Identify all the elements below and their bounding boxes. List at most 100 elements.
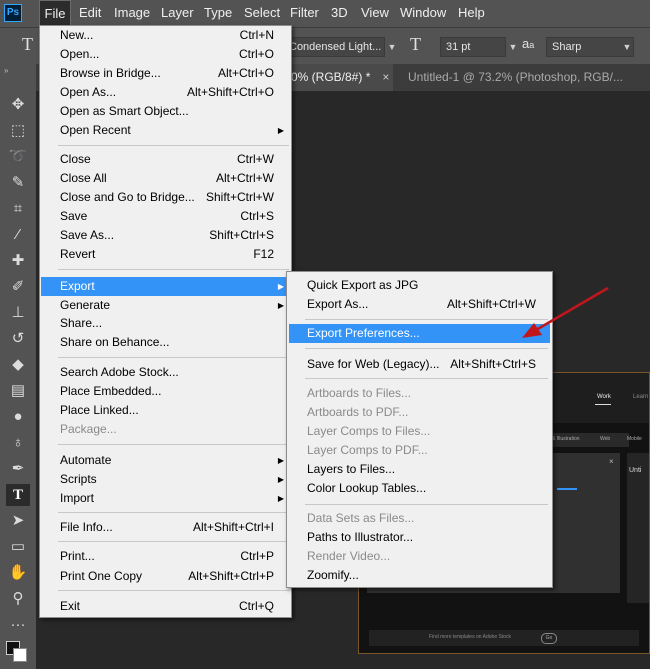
menu-item-export[interactable]: Export ▶ xyxy=(41,277,290,296)
embedded-footer-button: Go xyxy=(541,633,557,644)
menu-item-save[interactable]: Save Ctrl+S xyxy=(41,207,290,226)
menu-item-save-for-web[interactable]: Save for Web (Legacy)... Alt+Shift+Ctrl+S xyxy=(289,355,550,374)
anti-alias-icon: aa xyxy=(522,36,535,51)
menu-item-search-adobe-stock[interactable]: Search Adobe Stock... xyxy=(41,363,290,382)
menu-item-paths-to-illustrator[interactable]: Paths to Illustrator... xyxy=(289,528,550,547)
menu-layer[interactable]: Layer xyxy=(161,0,194,27)
font-size-icon: T xyxy=(410,34,421,54)
photoshop-logo: Ps xyxy=(4,4,22,22)
menu-separator xyxy=(58,357,289,358)
chevron-down-icon[interactable]: ▼ xyxy=(385,37,399,57)
menu-filter[interactable]: Filter xyxy=(290,0,319,27)
menu-item-open-recent[interactable]: Open Recent ▶ xyxy=(41,121,290,140)
clone-stamp-icon[interactable]: ⊥ xyxy=(6,302,30,324)
menu-item-save-as[interactable]: Save As... Shift+Ctrl+S xyxy=(41,226,290,245)
collapse-icon[interactable]: » xyxy=(4,66,8,75)
annotation-arrow xyxy=(522,286,609,338)
zoom-tool-icon[interactable]: ⚲ xyxy=(6,588,30,610)
menu-item-layer-comps-to-files[interactable]: Layer Comps to Files... xyxy=(289,422,550,441)
tab-untitled-1[interactable]: Untitled-1 @ 73.2% (Photoshop, RGB/... xyxy=(400,64,650,91)
menu-item-zoomify[interactable]: Zoomify... xyxy=(289,566,550,585)
menu-item-close[interactable]: Close Ctrl+W xyxy=(41,150,290,169)
brush-tool-icon[interactable]: ✐ xyxy=(6,276,30,298)
type-tool-preset-icon[interactable]: T xyxy=(22,34,33,55)
lasso-tool-icon[interactable]: ➰ xyxy=(6,146,30,168)
embedded-tab: Mobile xyxy=(627,436,642,442)
chevron-down-icon[interactable]: ▼ xyxy=(506,37,520,57)
menu-help[interactable]: Help xyxy=(458,0,485,27)
marquee-tool-icon[interactable]: ⬚ xyxy=(6,120,30,142)
more-tools-icon[interactable]: ··· xyxy=(6,614,30,636)
submenu-arrow-icon: ▶ xyxy=(277,456,284,465)
menu-separator xyxy=(58,512,289,513)
submenu-arrow-icon: ▶ xyxy=(277,475,284,484)
menu-item-share[interactable]: Share... xyxy=(41,314,290,333)
menu-item-import[interactable]: Import ▶ xyxy=(41,489,290,508)
menu-item-place-linked[interactable]: Place Linked... xyxy=(41,401,290,420)
menu-item-close-and-go-to-bridge[interactable]: Close and Go to Bridge... Shift+Ctrl+W xyxy=(41,188,290,207)
menu-select[interactable]: Select xyxy=(244,0,280,27)
move-tool-icon[interactable]: ✥ xyxy=(6,94,30,116)
menu-item-close-all[interactable]: Close All Alt+Ctrl+W xyxy=(41,169,290,188)
font-size-field[interactable]: 31 pt xyxy=(440,37,506,57)
menu-item-scripts[interactable]: Scripts ▶ xyxy=(41,470,290,489)
healing-brush-icon[interactable]: ✚ xyxy=(6,250,30,272)
menu-item-color-lookup-tables[interactable]: Color Lookup Tables... xyxy=(289,479,550,498)
menu-item-share-on-behance[interactable]: Share on Behance... xyxy=(41,333,290,352)
menu-item-artboards-to-files[interactable]: Artboards to Files... xyxy=(289,384,550,403)
menu-item-revert[interactable]: Revert F12 xyxy=(41,245,290,264)
eyedropper-tool-icon[interactable]: ⁄ xyxy=(6,224,30,246)
embedded-nav-active: Work xyxy=(597,394,611,400)
menu-file[interactable]: File xyxy=(39,0,71,27)
close-icon[interactable]: × xyxy=(382,70,389,84)
menu-item-open-as[interactable]: Open As... Alt+Shift+Ctrl+O xyxy=(41,83,290,102)
menu-item-place-embedded[interactable]: Place Embedded... xyxy=(41,382,290,401)
tools-panel: » ✥ ⬚ ➰ ✎ ⌗ ⁄ ✚ ✐ ⊥ ↺ ◆ ▤ ● ♁ ✒ T ➤ ▭ ✋ … xyxy=(0,64,36,669)
font-style-select[interactable]: Condensed Light... xyxy=(283,37,385,57)
eraser-tool-icon[interactable]: ◆ xyxy=(6,354,30,376)
hand-tool-icon[interactable]: ✋ xyxy=(6,562,30,584)
menu-item-artboards-to-pdf[interactable]: Artboards to PDF... xyxy=(289,403,550,422)
pen-tool-icon[interactable]: ✒ xyxy=(6,458,30,480)
nav-underline xyxy=(595,404,611,405)
menu-item-data-sets-as-files[interactable]: Data Sets as Files... xyxy=(289,509,550,528)
menu-item-exit[interactable]: Exit Ctrl+Q xyxy=(41,597,290,616)
menu-item-open[interactable]: Open... Ctrl+O xyxy=(41,45,290,64)
annotation-arrow-shaft xyxy=(535,286,609,332)
embedded-properties-panel: Unti xyxy=(627,453,649,603)
menu-item-browse-in-bridge[interactable]: Browse in Bridge... Alt+Ctrl+O xyxy=(41,64,290,83)
embedded-link xyxy=(557,488,577,490)
menu-window[interactable]: Window xyxy=(400,0,446,27)
menu-item-print-one-copy[interactable]: Print One Copy Alt+Shift+Ctrl+P xyxy=(41,567,290,586)
menu-type[interactable]: Type xyxy=(204,0,232,27)
dodge-tool-icon[interactable]: ♁ xyxy=(6,432,30,454)
quick-select-tool-icon[interactable]: ✎ xyxy=(6,172,30,194)
gradient-tool-icon[interactable]: ▤ xyxy=(6,380,30,402)
menu-item-layers-to-files[interactable]: Layers to Files... xyxy=(289,460,550,479)
background-color-swatch[interactable] xyxy=(13,648,27,662)
blur-tool-icon[interactable]: ● xyxy=(6,406,30,428)
chevron-down-icon[interactable]: ▼ xyxy=(620,37,634,57)
crop-tool-icon[interactable]: ⌗ xyxy=(6,198,30,220)
rectangle-tool-icon[interactable]: ▭ xyxy=(6,536,30,558)
menu-item-print[interactable]: Print... Ctrl+P xyxy=(41,547,290,566)
menu-item-layer-comps-to-pdf[interactable]: Layer Comps to PDF... xyxy=(289,441,550,460)
submenu-arrow-icon: ▶ xyxy=(277,282,284,291)
menu-edit[interactable]: Edit xyxy=(79,0,101,27)
menu-image[interactable]: Image xyxy=(114,0,150,27)
menu-view[interactable]: View xyxy=(361,0,389,27)
type-tool-icon[interactable]: T xyxy=(6,484,30,506)
menu-3d[interactable]: 3D xyxy=(331,0,348,27)
menu-item-open-as-smart-object[interactable]: Open as Smart Object... xyxy=(41,102,290,121)
menu-bar: Ps File Edit Image Layer Type Select Fil… xyxy=(0,0,650,27)
menu-item-new[interactable]: New... Ctrl+N xyxy=(41,26,290,45)
menu-item-file-info[interactable]: File Info... Alt+Shift+Ctrl+I xyxy=(41,518,290,537)
menu-item-generate[interactable]: Generate ▶ xyxy=(41,296,290,315)
tab-document-active[interactable]: 0% (RGB/8#) * × xyxy=(283,64,393,91)
tab-label: 0% (RGB/8#) * xyxy=(291,70,371,84)
menu-item-automate[interactable]: Automate ▶ xyxy=(41,451,290,470)
menu-item-package[interactable]: Package... xyxy=(41,420,290,439)
path-selection-icon[interactable]: ➤ xyxy=(6,510,30,532)
menu-item-render-video[interactable]: Render Video... xyxy=(289,547,550,566)
history-brush-icon[interactable]: ↺ xyxy=(6,328,30,350)
